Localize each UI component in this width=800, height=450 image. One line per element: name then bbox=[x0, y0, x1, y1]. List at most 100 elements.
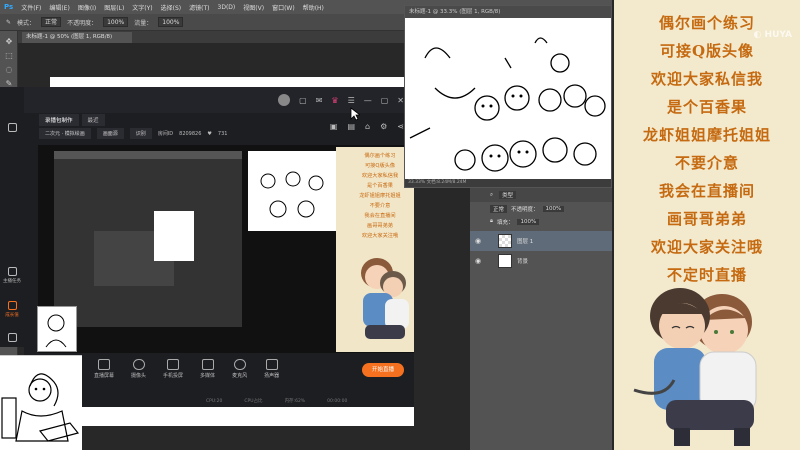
doc2-title[interactable]: 未标题-1 @ 33.3% (图层 1, RGB/8) bbox=[405, 6, 611, 18]
share-button[interactable]: 识别 bbox=[129, 128, 152, 139]
sidebar-home[interactable] bbox=[2, 123, 22, 134]
close-icon[interactable]: ✕ bbox=[397, 96, 404, 105]
sidebar-task[interactable]: 主播任务 bbox=[2, 267, 22, 284]
flow-field[interactable]: 100% bbox=[158, 17, 184, 27]
opacity-label: 不透明度： bbox=[67, 19, 98, 27]
speaker-icon bbox=[265, 359, 278, 370]
stream-preview: 偶尔画个练习 可接Q版头像 欢迎大家私信我 是个百香果 龙虾姐姐摩托姐姐 不要介… bbox=[38, 145, 414, 355]
mini-note-line: 不要介意 bbox=[369, 203, 391, 209]
filter-kind-icon[interactable]: ⌕ bbox=[490, 192, 493, 199]
menu-type[interactable]: 文字(Y) bbox=[132, 3, 152, 12]
stream-status-bar: CPU:20 CPU占比 内存:62% 00:00:00 bbox=[24, 395, 414, 407]
webcam-overlay bbox=[0, 355, 82, 450]
sidebar-messages[interactable] bbox=[2, 333, 22, 344]
brush-tool-icon[interactable]: ✎ bbox=[6, 19, 11, 26]
eye-icon[interactable]: ◉ bbox=[475, 257, 481, 265]
media-button[interactable]: 多媒体 bbox=[200, 359, 215, 393]
tab-recent[interactable]: 最近 bbox=[81, 114, 105, 126]
mic-label: 麦克风 bbox=[232, 373, 248, 379]
sidebar-growth[interactable]: 成长值 bbox=[2, 301, 22, 318]
characters-illustration bbox=[633, 288, 757, 446]
gift-icon[interactable]: ✉ bbox=[316, 96, 323, 105]
doc-tab[interactable]: 未标题-1 @ 50% (图层 1, RGB/8) bbox=[22, 32, 132, 43]
menu-select[interactable]: 选择(S) bbox=[161, 3, 182, 12]
share-icon[interactable]: ⋖ bbox=[397, 122, 404, 131]
menu-edit[interactable]: 编辑(E) bbox=[49, 3, 69, 12]
mode-select[interactable]: 正常 bbox=[41, 17, 62, 27]
avatar[interactable] bbox=[278, 94, 291, 106]
layer-row[interactable]: ◉ 背景 bbox=[470, 251, 612, 271]
blend-mode-select[interactable]: 正常 bbox=[490, 204, 508, 213]
note-line: 不要介意 bbox=[674, 154, 739, 172]
lock-icon[interactable]: 🔒︎ bbox=[490, 218, 493, 225]
phone-cast-button[interactable]: 手机投屏 bbox=[163, 359, 183, 393]
tab-package[interactable]: 录播包制作 bbox=[39, 114, 79, 126]
fans-count: 731 bbox=[217, 130, 228, 137]
menu-help[interactable]: 帮助(H) bbox=[303, 3, 324, 12]
nested-sketch-window bbox=[248, 151, 338, 231]
menu-window[interactable]: 窗口(W) bbox=[272, 3, 295, 12]
layer-thumbnail bbox=[498, 254, 512, 268]
menu-view[interactable]: 视图(V) bbox=[243, 3, 264, 12]
menu-file[interactable]: 文件(F) bbox=[21, 3, 41, 12]
note-line: 欢迎大家关注哦 bbox=[650, 238, 763, 256]
mode-label: 模式： bbox=[17, 19, 36, 27]
note-line: 欢迎大家私信我 bbox=[650, 70, 763, 88]
room-id: 8209826 bbox=[179, 130, 202, 137]
note-line: 偶尔画个练习 bbox=[658, 14, 755, 32]
layer-kind-select[interactable]: 类型 bbox=[499, 191, 517, 199]
layer-thumbnail bbox=[498, 234, 512, 248]
menu-3d[interactable]: 3D(D) bbox=[218, 4, 236, 11]
gift-list-icon[interactable]: ▤ bbox=[347, 122, 355, 131]
minimize-icon[interactable]: — bbox=[364, 96, 372, 105]
opacity-field[interactable]: 100% bbox=[103, 17, 129, 27]
doc2-statusbar: 33.33% 文档:8.24M/8.24M bbox=[405, 179, 611, 187]
layer-opacity-field[interactable]: 100% bbox=[542, 205, 565, 212]
lasso-tool-icon[interactable]: ◌ bbox=[4, 65, 14, 75]
nested-doodle bbox=[260, 171, 324, 218]
fill-row: 🔒︎ 填充： 100% bbox=[470, 215, 612, 228]
memory-status: 内存:62% bbox=[284, 399, 306, 404]
media-icon bbox=[201, 359, 214, 370]
move-tool-icon[interactable]: ✥ bbox=[4, 37, 14, 47]
mic-button[interactable]: 麦克风 bbox=[232, 359, 247, 393]
speaker-label: 扬声器 bbox=[264, 373, 280, 379]
live-timer: 00:00:00 bbox=[327, 398, 348, 404]
artist-webcam-illustration bbox=[1, 373, 80, 442]
shop-icon[interactable]: ♛ bbox=[331, 96, 338, 105]
sketch-document-window[interactable]: 未标题-1 @ 33.3% (图层 1, RGB/8) 33.33% 文档:8.… bbox=[404, 5, 612, 188]
layers-panel: ⌕ 类型 正常 不透明度： 100% 🔒︎ 填充： 100% ◉ 图层 1 ◉ … bbox=[470, 188, 612, 450]
eye-icon[interactable]: ◉ bbox=[475, 237, 481, 245]
layers-filter-row: ⌕ 类型 bbox=[470, 188, 612, 202]
mini-characters-illustration bbox=[361, 258, 409, 339]
menu-icon[interactable]: ☰ bbox=[348, 96, 355, 105]
maximize-icon[interactable]: ▢ bbox=[381, 96, 389, 105]
room-info-label: 房间ID bbox=[157, 131, 174, 137]
phone-icon bbox=[167, 359, 180, 370]
mode-select[interactable]: 画面源 bbox=[96, 128, 124, 139]
menu-image[interactable]: 图像(I) bbox=[78, 3, 96, 12]
stream-app-tabs: 录播包制作 最近 bbox=[39, 114, 105, 126]
scene-icon[interactable]: ▣ bbox=[330, 122, 338, 131]
stream-app-window: ▢ ✉ ♛ ☰ — ▢ ✕ 录播包制作 最近 二次元 · 模拟绘画 画面源 识别… bbox=[24, 87, 414, 407]
fans-icon: ♥ bbox=[207, 130, 212, 137]
layer-row[interactable]: ◉ 图层 1 bbox=[470, 231, 612, 251]
lock-icon[interactable]: ⌂ bbox=[365, 122, 370, 131]
mini-note-line: 我会在直播间 bbox=[364, 213, 396, 219]
screen-capture-label: 直播屏幕 bbox=[94, 373, 115, 379]
marquee-tool-icon[interactable]: ⬚ bbox=[4, 51, 14, 61]
message-icon bbox=[7, 333, 17, 342]
speaker-button[interactable]: 扬声器 bbox=[264, 359, 279, 393]
menu-filter[interactable]: 滤镜(T) bbox=[189, 3, 209, 12]
chat-icon[interactable]: ▢ bbox=[299, 96, 307, 105]
layer-fill-field[interactable]: 100% bbox=[517, 218, 540, 225]
settings-icon[interactable]: ⚙ bbox=[380, 122, 387, 131]
nested-sketch bbox=[154, 211, 194, 261]
source-select[interactable]: 二次元 · 模拟绘画 bbox=[39, 128, 91, 139]
menu-layer[interactable]: 图层(L) bbox=[104, 3, 124, 12]
start-live-button[interactable]: 开始直播 bbox=[362, 363, 404, 377]
camera-button[interactable]: 摄像头 bbox=[131, 359, 146, 393]
phone-cast-label: 手机投屏 bbox=[163, 373, 184, 379]
mouse-cursor-icon bbox=[350, 107, 360, 121]
screen-capture-button[interactable]: 直播屏幕 bbox=[94, 359, 114, 393]
